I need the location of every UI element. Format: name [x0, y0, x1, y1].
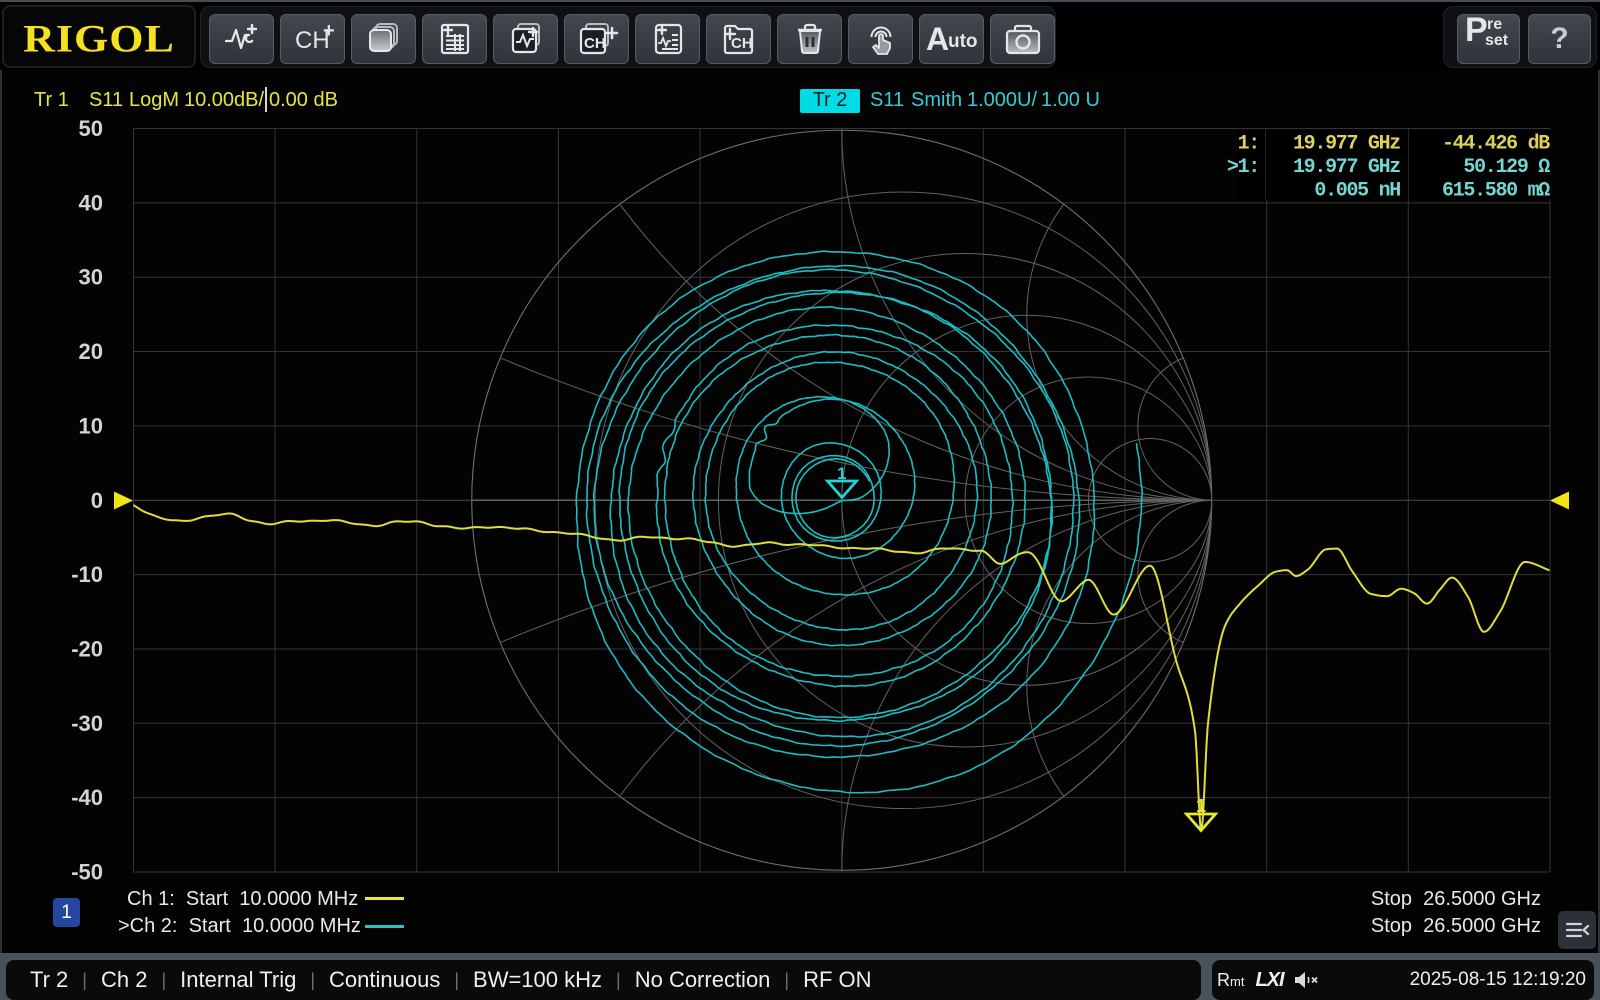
- svg-text:10: 10: [79, 413, 103, 438]
- svg-text:0: 0: [91, 488, 103, 513]
- svg-text:uto: uto: [948, 31, 978, 52]
- svg-text:20: 20: [79, 339, 103, 364]
- svg-text:19.977 GHz: 19.977 GHz: [1293, 156, 1400, 179]
- svg-text:A: A: [926, 21, 949, 57]
- svg-text:50.129 Ω: 50.129 Ω: [1463, 156, 1550, 179]
- svg-text:0.005 nH: 0.005 nH: [1314, 180, 1400, 203]
- svg-text:1:: 1:: [1238, 133, 1259, 156]
- svg-text:-20: -20: [71, 637, 103, 662]
- svg-text:615.580 mΩ: 615.580 mΩ: [1442, 180, 1550, 203]
- svg-text:-30: -30: [71, 711, 103, 736]
- svg-text:-50: -50: [71, 860, 103, 885]
- svg-text:1: 1: [1196, 796, 1206, 816]
- svg-text:-10: -10: [71, 562, 103, 587]
- svg-text:-44.426 dB: -44.426 dB: [1442, 133, 1550, 156]
- svg-text:40: 40: [79, 190, 103, 215]
- svg-text:30: 30: [79, 265, 103, 290]
- svg-text:>1:: >1:: [1227, 156, 1259, 179]
- svg-text:19.977 GHz: 19.977 GHz: [1293, 133, 1400, 156]
- svg-text:1: 1: [837, 464, 846, 483]
- svg-text:CH: CH: [584, 35, 606, 52]
- svg-text:+: +: [323, 20, 335, 42]
- svg-text:50: 50: [79, 116, 103, 141]
- svg-text:CH: CH: [731, 35, 753, 52]
- svg-text:-40: -40: [71, 785, 103, 810]
